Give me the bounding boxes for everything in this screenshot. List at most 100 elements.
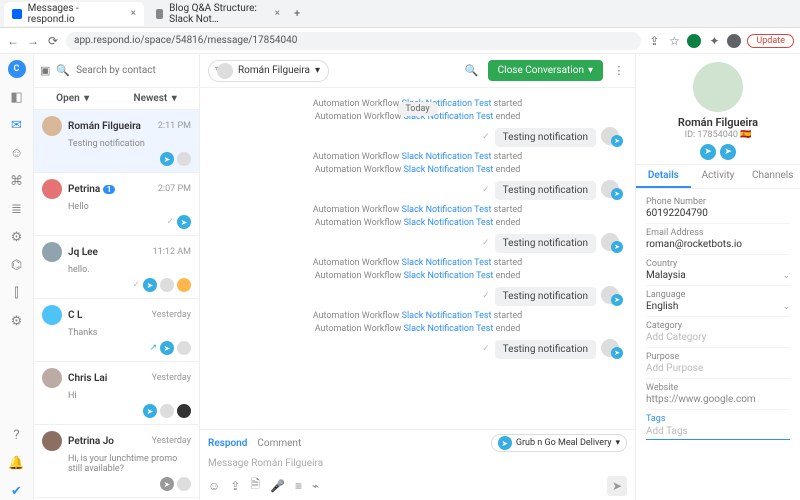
channel-icon: ➤ xyxy=(143,278,157,292)
contact-name: Chris Lai xyxy=(68,373,146,384)
help-icon[interactable]: ? xyxy=(8,426,26,444)
timestamp: Yesterday xyxy=(152,310,191,320)
contacts-icon[interactable]: ☺ xyxy=(8,144,26,162)
channel-selector[interactable]: ➤ Grub n Go Meal Delivery ▾ xyxy=(491,434,627,452)
tab-comment[interactable]: Comment xyxy=(257,438,301,449)
workflow-link[interactable]: Slack Notification Test xyxy=(402,152,492,162)
back-icon[interactable]: ← xyxy=(6,34,20,48)
contact-id: ID: 17854040 🇪🇸 xyxy=(685,130,752,140)
email-value[interactable]: roman@rocketbots.io xyxy=(646,239,790,250)
filter-open[interactable]: Open ▾ xyxy=(56,93,89,104)
new-tab-button[interactable]: + xyxy=(294,7,300,20)
checkmark-icon[interactable]: ✔ xyxy=(8,482,26,500)
workflow-link[interactable]: Slack Notification Test xyxy=(404,271,494,281)
workflow-link[interactable]: Slack Notification Test xyxy=(404,324,494,334)
language-select[interactable]: English⌄ xyxy=(646,301,790,312)
share-icon[interactable]: ⇪ xyxy=(647,34,661,48)
channel-icon: ➤ xyxy=(160,152,174,166)
phone-value[interactable]: 60192204790 xyxy=(646,208,790,219)
workspace-avatar[interactable]: C xyxy=(8,60,26,78)
org-icon[interactable]: ⌬ xyxy=(8,256,26,274)
channel-icon: ➤ xyxy=(160,477,174,491)
reload-icon[interactable]: ⟳ xyxy=(46,34,60,48)
search-input[interactable] xyxy=(76,65,209,76)
assignee-avatar xyxy=(177,152,191,166)
filter-sort[interactable]: Newest ▾ xyxy=(134,93,177,104)
contact-panel: Román Filgueira ID: 17854040 🇪🇸 ➤ ➤ Deta… xyxy=(636,54,800,500)
assignee-avatar xyxy=(177,341,191,355)
telegram-icon[interactable]: ➤ xyxy=(700,144,716,160)
more-icon[interactable]: ⋮ xyxy=(611,63,627,79)
conversation-item[interactable]: Chris Lai Yesterday Hi ➤ xyxy=(34,362,199,425)
file-icon[interactable]: 🗎 xyxy=(250,475,260,496)
browser-tab[interactable]: Blog Q&A Structure: Slack Not… × xyxy=(148,2,288,26)
profile-icon[interactable] xyxy=(727,34,741,48)
workflow-link[interactable]: Slack Notification Test xyxy=(402,311,492,321)
sent-tick-icon: ✓ xyxy=(482,238,490,248)
snippet-icon[interactable]: ≡ xyxy=(295,479,302,493)
voice-icon[interactable]: 🎤 xyxy=(270,479,285,493)
workflow-link[interactable]: Slack Notification Test xyxy=(402,258,492,268)
notifications-icon[interactable]: 🔔 xyxy=(8,454,26,472)
close-tab-icon[interactable]: × xyxy=(275,8,280,19)
tab-details[interactable]: Details xyxy=(636,165,691,188)
close-tab-icon[interactable]: × xyxy=(131,8,136,19)
forward-icon[interactable]: → xyxy=(26,34,40,48)
variable-icon[interactable]: ⌁ xyxy=(312,479,319,493)
tab-respond[interactable]: Respond xyxy=(208,438,247,449)
field-label: Purpose xyxy=(646,352,790,362)
system-message: Automation Workflow Slack Notification T… xyxy=(212,311,623,321)
conversation-list: ▣ 🔍 ▽ Open ▾ Newest ▾ Román Filgueira 2:… xyxy=(34,54,200,500)
broadcast-icon[interactable]: ⌘ xyxy=(8,172,26,190)
outgoing-message: ✓ Testing notification ➤ xyxy=(212,339,623,359)
avatar xyxy=(42,305,62,325)
conversation-item[interactable]: Petrina 1 2:07 PM Hello ✓ ➤ xyxy=(34,173,199,236)
star-icon[interactable]: ☆ xyxy=(667,34,681,48)
url-input[interactable]: app.respond.io/space/54816/message/17854… xyxy=(66,32,641,50)
workflows-icon[interactable]: ≣ xyxy=(8,200,26,218)
chevron-down-icon: ▾ xyxy=(315,65,320,76)
extensions-icon[interactable]: ✦ xyxy=(707,34,721,48)
browser-tab-active[interactable]: Messages - respond.io × xyxy=(4,2,144,26)
contact-chip[interactable]: Román Filgueira ▾ xyxy=(208,60,329,82)
panel-toggle-icon[interactable]: ▣ xyxy=(40,63,50,79)
extension-icon[interactable] xyxy=(687,34,701,48)
conversation-item[interactable]: Román Filgueira 2:11 PM Testing notifica… xyxy=(34,110,199,173)
workflow-link[interactable]: Slack Notification Test xyxy=(402,205,492,215)
telegram-icon[interactable]: ➤ xyxy=(720,144,736,160)
send-button[interactable]: ➤ xyxy=(607,476,627,496)
field-label: Country xyxy=(646,259,790,269)
workflow-link[interactable]: Slack Notification Test xyxy=(404,165,494,175)
channel-badge: ➤ xyxy=(611,294,623,306)
message-input[interactable]: Message Román Filgueira xyxy=(200,456,635,471)
message-bubble: Testing notification xyxy=(495,287,596,306)
attach-icon[interactable]: ⇪ xyxy=(230,479,240,493)
chat-pane: Román Filgueira ▾ 🔍 Close Conversation▾ … xyxy=(200,54,636,500)
country-select[interactable]: Malaysia⌄ xyxy=(646,270,790,281)
tab-title: Messages - respond.io xyxy=(28,3,125,25)
category-input[interactable]: Add Category xyxy=(646,332,790,343)
conversation-item[interactable]: Petrina Jo Yesterday Hi, is your lunchti… xyxy=(34,425,199,498)
conversation-item[interactable]: Jq Lee 11:12 AM hello. ✓ ➤ xyxy=(34,236,199,299)
purpose-input[interactable]: Add Purpose xyxy=(646,363,790,374)
channel-badge: ➤ xyxy=(611,241,623,253)
dashboard-icon[interactable]: ◧ xyxy=(8,88,26,106)
automation-icon[interactable]: ⚙ xyxy=(8,228,26,246)
tags-input[interactable]: Add Tags xyxy=(646,424,790,440)
timestamp: 11:12 AM xyxy=(153,247,191,257)
close-conversation-button[interactable]: Close Conversation▾ xyxy=(488,60,603,81)
tab-channels[interactable]: Channels xyxy=(745,165,800,188)
sent-tick-icon: ✓ xyxy=(482,132,490,142)
settings-icon[interactable]: ⚙ xyxy=(8,312,26,330)
workflow-link[interactable]: Slack Notification Test xyxy=(404,218,494,228)
search-chat-icon[interactable]: 🔍 xyxy=(464,63,480,79)
day-label: Today xyxy=(397,102,437,116)
tab-activity[interactable]: Activity xyxy=(691,165,746,188)
conversation-item[interactable]: C L Yesterday Thanks ↗ ➤ xyxy=(34,299,199,362)
website-value[interactable]: https://www.google.com xyxy=(646,394,790,405)
emoji-icon[interactable]: ☺ xyxy=(208,479,220,493)
update-button[interactable]: Update xyxy=(747,34,794,48)
reports-icon[interactable]: ⫿ xyxy=(8,284,26,302)
messages-icon[interactable]: ✉ xyxy=(8,116,26,134)
contact-name: Román Filgueira xyxy=(678,116,758,129)
